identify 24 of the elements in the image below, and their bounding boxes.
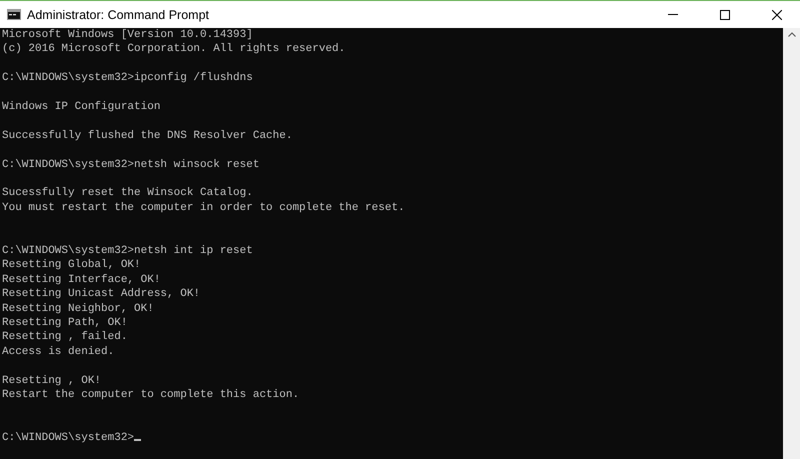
console-line: Restart the computer to complete this action.	[2, 389, 300, 402]
console-line: Windows IP Configuration	[2, 101, 160, 113]
console-line: You must restart the computer in order to complete the reset.	[2, 202, 405, 214]
console-app-icon	[7, 9, 21, 20]
console-line: Sucessfully reset the Winsock Catalog.	[2, 187, 253, 200]
maximize-icon[interactable]	[720, 10, 730, 20]
console-line: C:\WINDOWS\system32>netsh winsock reset	[2, 158, 260, 171]
console-line: Access is denied.	[2, 346, 114, 358]
console-line: Microsoft Windows [Version 10.0.14393]	[2, 29, 253, 41]
scroll-up-icon[interactable]	[788, 32, 796, 37]
console-line: C:\WINDOWS\system32>	[2, 432, 134, 444]
window-title: Administrator: Command Prompt	[27, 8, 210, 22]
console-line: Resetting , failed.	[2, 331, 128, 344]
console-line: Resetting Neighbor, OK!	[2, 302, 154, 315]
close-icon[interactable]	[772, 10, 782, 20]
console-line: Resetting , OK!	[2, 374, 102, 387]
console-line: (c) 2016 Microsoft Corporation. All rights reserved.	[2, 43, 346, 56]
console-line: Resetting Interface, OK!	[2, 274, 160, 286]
console-line: Resetting Unicast Address, OK!	[2, 288, 200, 300]
console-line: C:\WINDOWS\system32>netsh int ip reset	[2, 245, 253, 257]
console-line: Resetting Path, OK!	[2, 317, 128, 330]
console-line: Successfully flushed the DNS Resolver Cache.	[2, 130, 292, 142]
console-line: C:\WINDOWS\system32>ipconfig /flushdns	[2, 72, 253, 84]
console-line: Resetting Global, OK!	[2, 259, 141, 272]
